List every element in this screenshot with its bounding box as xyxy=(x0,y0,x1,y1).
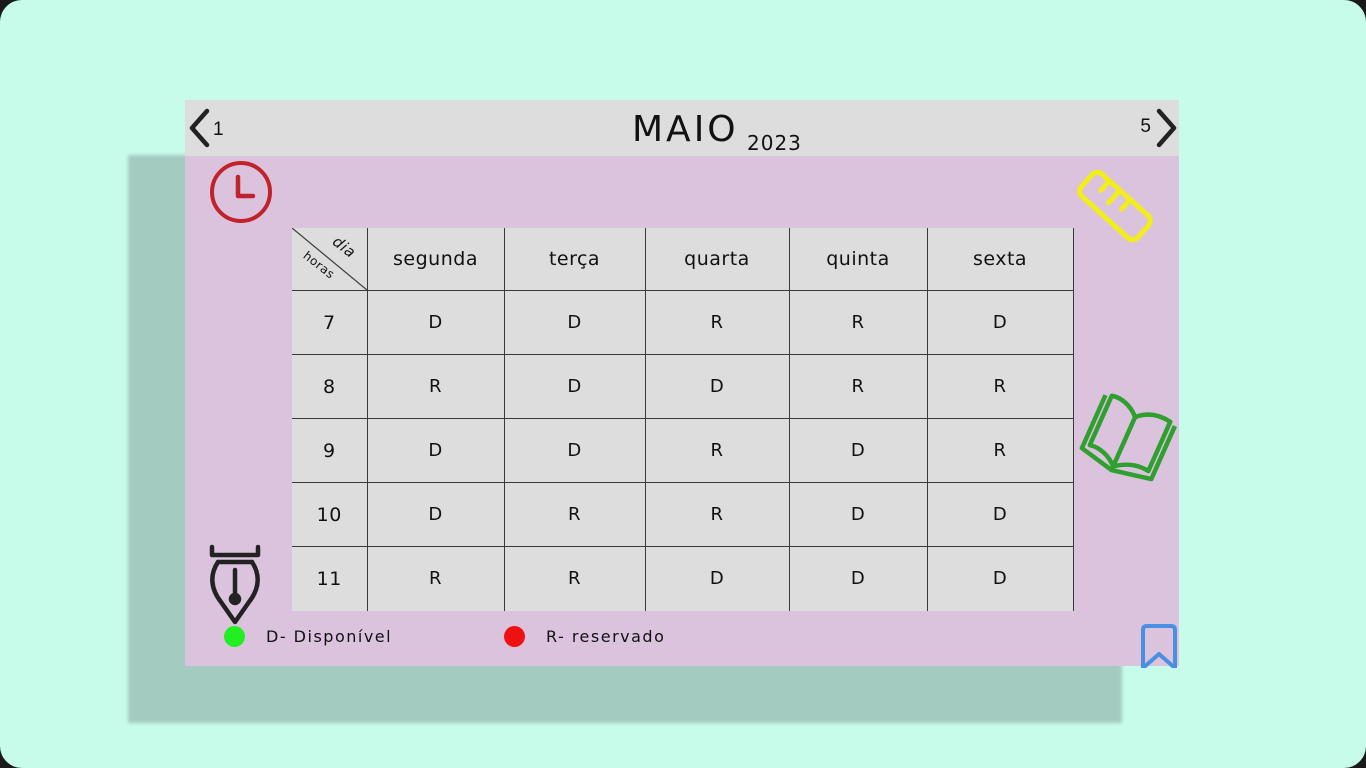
year-label: 2023 xyxy=(747,131,802,155)
slot-cell[interactable]: D xyxy=(503,354,646,419)
hour-cell: 11 xyxy=(292,546,368,611)
table-row: 9 D D R D R xyxy=(292,418,1074,483)
slot-cell[interactable]: D xyxy=(644,354,790,419)
slot-cell[interactable]: D xyxy=(644,546,790,611)
column-header-sexta: sexta xyxy=(926,228,1074,291)
legend-reserved-label: R- reservado xyxy=(546,627,666,646)
column-header-quarta: quarta xyxy=(644,228,790,291)
slot-cell[interactable]: D xyxy=(503,418,646,483)
ruler-icon xyxy=(1077,169,1153,243)
prev-month-button[interactable]: 1 xyxy=(187,108,224,148)
slot-cell[interactable]: R xyxy=(503,546,646,611)
table-header-row: dia horas segunda terça quarta quinta se… xyxy=(292,228,1074,291)
chevron-right-icon xyxy=(1156,108,1177,148)
slot-cell[interactable]: R xyxy=(926,418,1074,483)
table-row: 10 D R R D D xyxy=(292,482,1074,547)
next-month-number: 5 xyxy=(1140,116,1151,137)
column-header-quinta: quinta xyxy=(788,228,928,291)
fountain-pen-icon xyxy=(209,544,261,625)
slot-cell[interactable]: D xyxy=(366,482,505,547)
slot-cell[interactable]: R xyxy=(503,482,646,547)
open-book-icon xyxy=(1079,393,1177,482)
month-title: MAIO xyxy=(632,109,739,150)
legend-available-label: D- Disponível xyxy=(266,627,393,646)
slot-cell[interactable]: D xyxy=(788,418,928,483)
calendar-card: 1 MAIO 2023 5 dia horas segunda terça qu… xyxy=(185,100,1179,668)
clock-icon xyxy=(210,161,272,223)
bookmark-icon[interactable] xyxy=(1140,624,1178,668)
schedule-table: dia horas segunda terça quarta quinta se… xyxy=(292,228,1074,611)
table-row: 7 D D R R D xyxy=(292,290,1074,355)
hour-cell: 9 xyxy=(292,418,368,483)
slot-cell[interactable]: D xyxy=(926,546,1074,611)
slot-cell[interactable]: R xyxy=(644,418,790,483)
app-frame: 1 MAIO 2023 5 dia horas segunda terça qu… xyxy=(0,0,1366,768)
slot-cell[interactable]: R xyxy=(366,354,505,419)
table-row: 8 R D D R R xyxy=(292,354,1074,419)
slot-cell[interactable]: R xyxy=(366,546,505,611)
month-header: 1 MAIO 2023 5 xyxy=(185,100,1179,156)
hour-cell: 7 xyxy=(292,290,368,355)
slot-cell[interactable]: D xyxy=(503,290,646,355)
slot-cell[interactable]: R xyxy=(788,290,928,355)
available-dot-icon xyxy=(224,626,245,647)
reserved-dot-icon xyxy=(504,626,525,647)
legend-reserved: R- reservado xyxy=(504,626,665,647)
legend-available: D- Disponível xyxy=(224,626,392,647)
slot-cell[interactable]: D xyxy=(788,546,928,611)
slot-cell[interactable]: R xyxy=(788,354,928,419)
table-corner: dia horas xyxy=(292,228,368,291)
table-row: 11 R R D D D xyxy=(292,546,1074,611)
hour-cell: 8 xyxy=(292,354,368,419)
next-month-button[interactable]: 5 xyxy=(1140,108,1179,148)
slot-cell[interactable]: D xyxy=(926,290,1074,355)
prev-month-number: 1 xyxy=(213,119,224,140)
slot-cell[interactable]: R xyxy=(644,290,790,355)
slot-cell[interactable]: D xyxy=(926,482,1074,547)
column-header-terca: terça xyxy=(503,228,646,291)
chevron-left-icon xyxy=(189,108,210,148)
slot-cell[interactable]: R xyxy=(644,482,790,547)
slot-cell[interactable]: R xyxy=(926,354,1074,419)
hour-cell: 10 xyxy=(292,482,368,547)
slot-cell[interactable]: D xyxy=(788,482,928,547)
slot-cell[interactable]: D xyxy=(366,418,505,483)
slot-cell[interactable]: D xyxy=(366,290,505,355)
column-header-segunda: segunda xyxy=(366,228,505,291)
